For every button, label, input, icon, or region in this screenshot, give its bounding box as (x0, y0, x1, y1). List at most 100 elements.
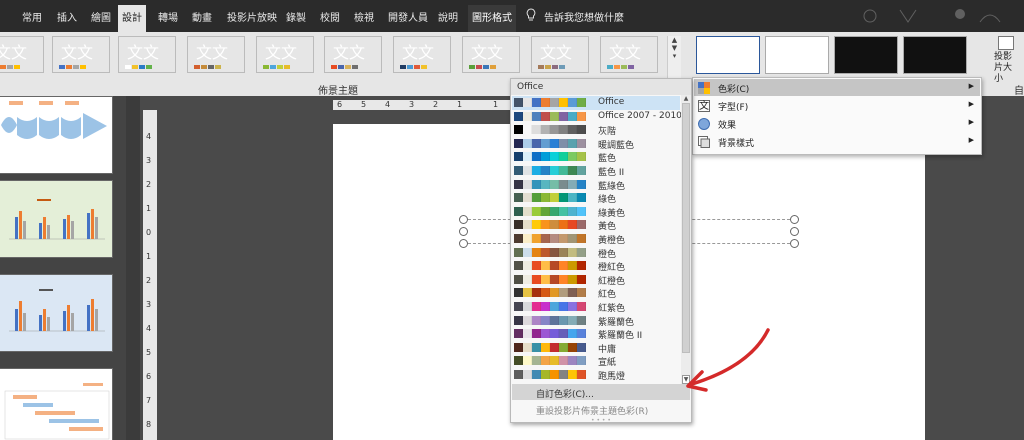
tab-design[interactable]: 設計 (118, 5, 146, 32)
menu-item-colors[interactable]: 色彩(C) ▶ (694, 79, 980, 96)
theme-sample-text: 文文 (609, 43, 642, 62)
resize-handle[interactable] (790, 215, 799, 224)
color-swatch (514, 288, 523, 298)
hruler-number: 4 (385, 100, 391, 109)
theme-thumbnail-6[interactable]: 文文 (393, 36, 451, 73)
color-scheme-name: 橙色 (598, 249, 617, 260)
slide-size-button[interactable]: 投影片大小 (986, 36, 1024, 84)
theme-thumbnail-9[interactable]: 文文 (600, 36, 658, 73)
color-swatch (523, 288, 532, 298)
resize-handle[interactable] (459, 215, 468, 224)
tab-home[interactable]: 常用 (22, 9, 42, 24)
variant-thumbnail-2[interactable] (834, 36, 898, 74)
color-swatch (541, 179, 550, 189)
tab-view[interactable]: 檢視 (354, 9, 374, 24)
theme-thumbnail-8[interactable]: 文文 (531, 36, 589, 73)
tab-transitions[interactable]: 轉場 (158, 9, 178, 24)
color-swatch (577, 193, 586, 203)
color-swatch (532, 247, 541, 257)
tab-slideshow[interactable]: 投影片放映 (227, 9, 277, 24)
slide-thumbnail-1[interactable] (0, 96, 113, 174)
color-scheme-option[interactable]: 紅紫色 (512, 300, 680, 314)
pane-splitter[interactable] (126, 96, 140, 440)
color-palette-icon (698, 82, 710, 94)
color-scheme-option[interactable]: Office 2007 - 2010 (512, 110, 682, 124)
color-scheme-option[interactable]: 紫羅蘭色 II (512, 327, 680, 341)
color-scheme-option[interactable]: 橙色 (512, 246, 680, 260)
color-scheme-name: 紅色 (598, 290, 617, 301)
color-scheme-option[interactable]: 紅色 (512, 286, 680, 300)
tab-developer[interactable]: 開發人員 (388, 9, 428, 24)
tab-insert[interactable]: 插入 (57, 9, 77, 24)
menu-item-effects[interactable]: 效果 ▶ (694, 115, 980, 132)
resize-handle[interactable] (790, 227, 799, 236)
scroll-thumb[interactable] (682, 103, 690, 353)
color-scheme-option[interactable]: 跑馬燈 (512, 368, 680, 382)
color-scheme-option[interactable]: 紫羅蘭色 (512, 314, 680, 328)
color-scheme-option[interactable]: 宣紙 (512, 354, 680, 368)
slide-thumbnail-3[interactable] (0, 274, 113, 352)
theme-thumbnail-3[interactable]: 文文 (187, 36, 245, 73)
theme-gallery-scroll[interactable]: ▲ ▼ ▾ (667, 36, 681, 80)
reset-theme-colors-button[interactable]: 重設投影片佈景主題色彩(R) (512, 402, 690, 417)
color-scheme-option[interactable]: Office (512, 96, 680, 110)
color-swatch (577, 111, 586, 121)
tab-help[interactable]: 說明 (438, 9, 458, 24)
color-scheme-option[interactable]: 黃橙色 (512, 232, 680, 246)
resize-grip[interactable]: • • • • (591, 417, 611, 424)
color-scheme-option[interactable]: 藍綠色 (512, 178, 680, 192)
customize-colors-button[interactable]: 自訂色彩(C)... (512, 384, 690, 400)
tab-record[interactable]: 錄製 (286, 9, 306, 24)
variant-thumbnail-0[interactable] (696, 36, 760, 74)
color-swatch-strip (514, 356, 586, 366)
color-scheme-option[interactable]: 藍色 II (512, 164, 680, 178)
color-scheme-option[interactable]: 藍色 (512, 150, 680, 164)
color-scheme-option[interactable]: 黃色 (512, 218, 680, 232)
color-swatch (577, 261, 586, 271)
color-scheme-option[interactable]: 灰階 (512, 123, 680, 137)
effects-icon (698, 118, 710, 130)
tab-shape-format[interactable]: 圖形格式 (468, 5, 516, 32)
color-scheme-name: 紅紫色 (598, 304, 626, 314)
tell-me-search[interactable]: 告訴我您想做什麼 (544, 9, 624, 24)
color-swatch (550, 370, 559, 379)
vruler-number: 4 (146, 132, 152, 141)
theme-thumbnail-1[interactable]: 文文 (52, 36, 110, 73)
color-swatch-strip (514, 166, 586, 175)
theme-thumbnail-7[interactable]: 文文 (462, 36, 520, 73)
menu-item-background-styles[interactable]: 背景樣式 ▶ (694, 133, 980, 150)
color-scheme-option[interactable]: 紅橙色 (512, 273, 680, 287)
slide-thumbnail-2[interactable] (0, 180, 113, 258)
variant-thumbnail-1[interactable] (765, 36, 829, 74)
color-swatch (559, 315, 568, 325)
color-scheme-option[interactable]: 橙紅色 (512, 259, 680, 273)
color-scheme-option[interactable]: 中庸 (512, 341, 680, 355)
color-scheme-option[interactable]: 綠色 (512, 191, 680, 205)
theme-thumbnail-0[interactable]: 文文 (0, 36, 44, 73)
color-swatch (577, 152, 586, 162)
resize-handle[interactable] (790, 239, 799, 248)
tab-review[interactable]: 校閱 (320, 9, 340, 24)
color-scheme-option[interactable]: 暖調藍色 (512, 137, 680, 151)
color-swatch (550, 274, 559, 284)
color-swatch (577, 302, 586, 311)
color-swatch (532, 138, 541, 148)
color-swatch (541, 111, 550, 121)
resize-handle[interactable] (459, 239, 468, 248)
color-scheme-name: 橙紅色 (598, 263, 626, 274)
menu-item-fonts[interactable]: 文 字型(F) ▶ (694, 97, 980, 114)
color-swatch (532, 274, 541, 284)
theme-thumbnail-4[interactable]: 文文 (256, 36, 314, 73)
resize-handle[interactable] (459, 227, 468, 236)
color-swatch (550, 234, 559, 243)
color-swatch (577, 166, 586, 175)
vruler-number: 2 (146, 180, 152, 189)
theme-thumbnail-2[interactable]: 文文 (118, 36, 176, 73)
tab-draw[interactable]: 繪圖 (91, 9, 111, 24)
color-scheme-option[interactable]: 綠黃色 (512, 205, 680, 219)
color-swatch (550, 206, 559, 216)
slide-thumbnail-4[interactable] (0, 368, 113, 440)
variant-thumbnail-3[interactable] (903, 36, 967, 74)
tab-animations[interactable]: 動畫 (192, 9, 212, 24)
theme-thumbnail-5[interactable]: 文文 (324, 36, 382, 73)
